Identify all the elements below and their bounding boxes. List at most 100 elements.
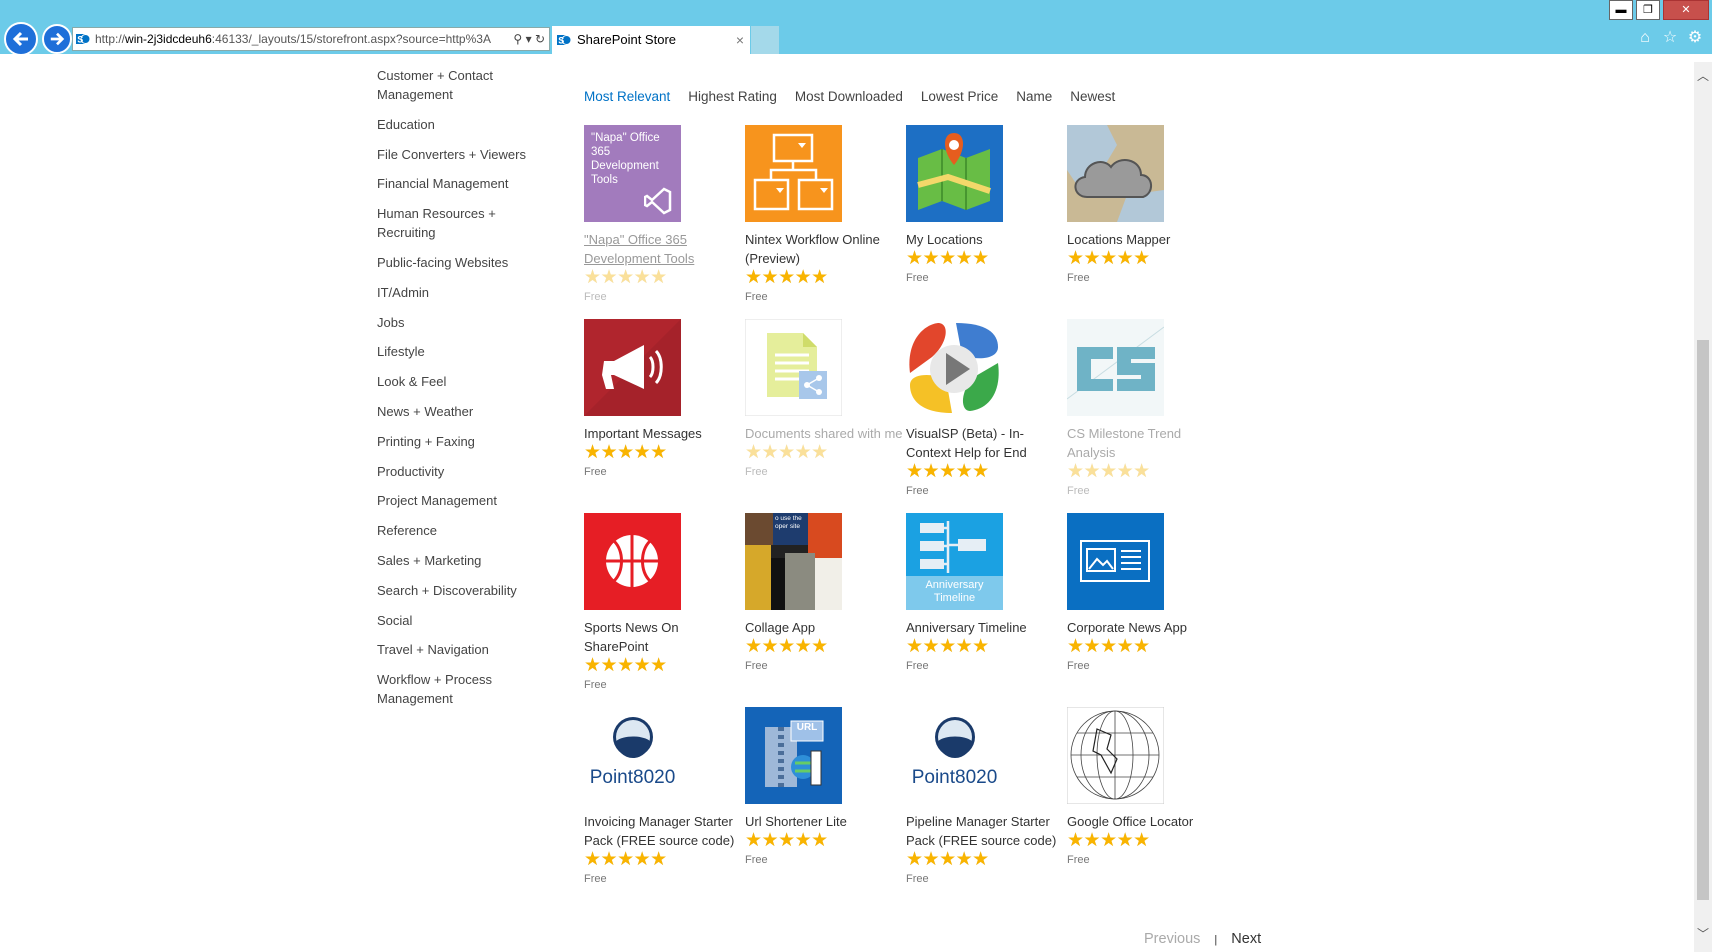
address-bar[interactable]: S http://win-2j3idcdeuh6:46133/_layouts/… [72, 27, 550, 51]
app-name-link[interactable]: Locations Mapper [1067, 230, 1227, 249]
app-name-link[interactable]: Google Office Locator [1067, 812, 1227, 831]
back-button[interactable] [4, 22, 38, 56]
sidebar-category[interactable]: Public-facing Websites [377, 253, 557, 272]
scroll-down-icon[interactable]: ﹀ [1694, 920, 1712, 948]
app-icon[interactable]: URL [745, 707, 842, 804]
app-tile[interactable]: Nintex Workflow Online (Preview) ★★★★★ ★★★… [745, 125, 903, 303]
favorites-star-icon[interactable]: ☆ [1661, 29, 1679, 47]
close-window-button[interactable]: ✕ [1663, 0, 1709, 20]
sidebar-category[interactable]: Customer + Contact Management [377, 66, 527, 104]
dropdown-icon[interactable]: ▾ [526, 32, 532, 46]
sidebar-category[interactable]: Education [377, 115, 557, 134]
sidebar-category[interactable]: Sales + Marketing [377, 551, 557, 570]
vertical-scrollbar[interactable]: ︿ ﹀ [1694, 62, 1712, 952]
sidebar-category[interactable]: Printing + Faxing [377, 432, 557, 451]
refresh-icon[interactable]: ↻ [535, 32, 545, 46]
close-tab-icon[interactable]: × [736, 26, 744, 54]
app-tile[interactable]: Documents shared with me ★★★★★ ★★★★★ Free [745, 319, 903, 478]
app-icon[interactable] [906, 319, 1003, 416]
app-icon[interactable] [1067, 319, 1164, 416]
sidebar-category[interactable]: Reference [377, 521, 557, 540]
sidebar-category[interactable]: Social [377, 611, 557, 630]
app-name-link[interactable]: Nintex Workflow Online (Preview) [745, 230, 905, 268]
app-name-link[interactable]: Url Shortener Lite [745, 812, 905, 831]
app-name-link[interactable]: VisualSP (Beta) - In-Context Help for En… [906, 424, 1066, 462]
app-name-link[interactable]: Pipeline Manager Starter Pack (FREE sour… [906, 812, 1066, 850]
sidebar-category[interactable]: Look & Feel [377, 372, 557, 391]
app-icon[interactable] [584, 513, 681, 610]
sidebar-category[interactable]: News + Weather [377, 402, 557, 421]
app-tile[interactable]: URL Url Shortener Lite ★★★★★ ★★★★★ Free [745, 707, 903, 866]
minimize-button[interactable]: ▬ [1609, 0, 1633, 20]
app-tile[interactable]: Anniversary Timeline Anniversary Timeline… [906, 513, 1064, 672]
app-icon[interactable] [745, 125, 842, 222]
sidebar-category[interactable]: IT/Admin [377, 283, 557, 302]
app-name-link[interactable]: "Napa" Office 365 Development Tools [584, 230, 744, 268]
sidebar-category[interactable]: Search + Discoverability [377, 581, 557, 600]
app-name-link[interactable]: Anniversary Timeline [906, 618, 1066, 637]
app-tile[interactable]: o use the oper site Collage App ★★★★★ ★★★★… [745, 513, 903, 672]
app-tile[interactable]: CS Milestone Trend Analysis ★★★★★ ★★★★★ Fre… [1067, 319, 1225, 497]
app-icon-label: "Napa" Office 365 Development Tools [591, 132, 660, 186]
scroll-up-icon[interactable]: ︿ [1694, 62, 1712, 90]
app-name-link[interactable]: Important Messages [584, 424, 744, 443]
sidebar-category[interactable]: Lifestyle [377, 342, 557, 361]
app-name-link[interactable]: My Locations [906, 230, 1066, 249]
app-tile[interactable]: Corporate News App ★★★★★ ★★★★★ Free [1067, 513, 1225, 672]
new-tab-button[interactable] [751, 26, 779, 54]
app-tile[interactable]: VisualSP (Beta) - In-Context Help for En… [906, 319, 1064, 497]
app-icon[interactable] [1067, 125, 1164, 222]
app-icon[interactable]: Anniversary Timeline [906, 513, 1003, 610]
sort-option[interactable]: Highest Rating [688, 89, 777, 104]
app-tile[interactable]: Sports News On SharePoint ★★★★★ ★★★★★ Free [584, 513, 742, 691]
sidebar-category[interactable]: Jobs [377, 313, 557, 332]
app-tile[interactable]: My Locations ★★★★★ ★★★★★ Free [906, 125, 1064, 284]
app-icon[interactable] [584, 319, 681, 416]
next-page-link[interactable]: Next [1231, 931, 1261, 947]
previous-page-link[interactable]: Previous [1144, 931, 1200, 947]
app-icon[interactable]: "Napa" Office 365 Development Tools [584, 125, 681, 222]
sidebar-category[interactable]: Workflow + Process Management [377, 670, 527, 708]
app-icon[interactable]: Point8020 [906, 707, 1003, 804]
app-icon[interactable] [906, 125, 1003, 222]
app-icon[interactable] [1067, 513, 1164, 610]
app-tile[interactable]: Point8020 Invoicing Manager Starter Pack … [584, 707, 742, 885]
sort-option[interactable]: Newest [1070, 89, 1115, 104]
sidebar-category[interactable]: Human Resources + Recruiting [377, 204, 527, 242]
gear-icon[interactable]: ⚙ [1686, 29, 1704, 47]
sort-option[interactable]: Most Downloaded [795, 89, 903, 104]
forward-button[interactable] [42, 24, 72, 54]
home-icon[interactable]: ⌂ [1636, 29, 1654, 47]
app-icon[interactable] [745, 319, 842, 416]
sidebar-category[interactable]: Project Management [377, 491, 557, 510]
app-tile[interactable]: Locations Mapper ★★★★★ ★★★★★ Free [1067, 125, 1225, 284]
app-tile[interactable]: Point8020 Pipeline Manager Starter Pack (… [906, 707, 1064, 885]
app-name-link[interactable]: Documents shared with me [745, 424, 905, 443]
app-name-link[interactable]: CS Milestone Trend Analysis [1067, 424, 1227, 462]
sort-option[interactable]: Most Relevant [584, 89, 670, 104]
sidebar-category[interactable]: Financial Management [377, 174, 557, 193]
maximize-button[interactable]: ❐ [1636, 0, 1660, 20]
sort-option[interactable]: Lowest Price [921, 89, 998, 104]
app-name-link[interactable]: Collage App [745, 618, 905, 637]
sidebar-category[interactable]: File Converters + Viewers [377, 145, 527, 164]
app-name-link[interactable]: Sports News On SharePoint [584, 618, 744, 656]
tab-sharepoint-store[interactable]: S SharePoint Store × [552, 26, 750, 54]
sort-option[interactable]: Name [1016, 89, 1052, 104]
globe-icon [1067, 707, 1164, 804]
app-icon[interactable]: o use the oper site [745, 513, 842, 610]
sidebar-category[interactable]: Productivity [377, 462, 557, 481]
app-icon[interactable] [1067, 707, 1164, 804]
app-name-link[interactable]: Invoicing Manager Starter Pack (FREE sou… [584, 812, 744, 850]
scrollbar-thumb[interactable] [1697, 340, 1709, 900]
rating-stars: ★★★★★ ★★★★★ [584, 268, 742, 288]
app-price: Free [1067, 272, 1090, 284]
app-price: Free [584, 291, 607, 303]
app-tile[interactable]: Google Office Locator ★★★★★ ★★★★★ Free [1067, 707, 1225, 866]
app-name-link[interactable]: Corporate News App [1067, 618, 1227, 637]
app-tile[interactable]: "Napa" Office 365 Development Tools "Nap… [584, 125, 742, 303]
app-tile[interactable]: Important Messages ★★★★★ ★★★★★ Free [584, 319, 742, 478]
app-icon[interactable]: Point8020 [584, 707, 681, 804]
sidebar-category[interactable]: Travel + Navigation [377, 640, 557, 659]
search-icon[interactable]: ⚲ [513, 32, 522, 46]
